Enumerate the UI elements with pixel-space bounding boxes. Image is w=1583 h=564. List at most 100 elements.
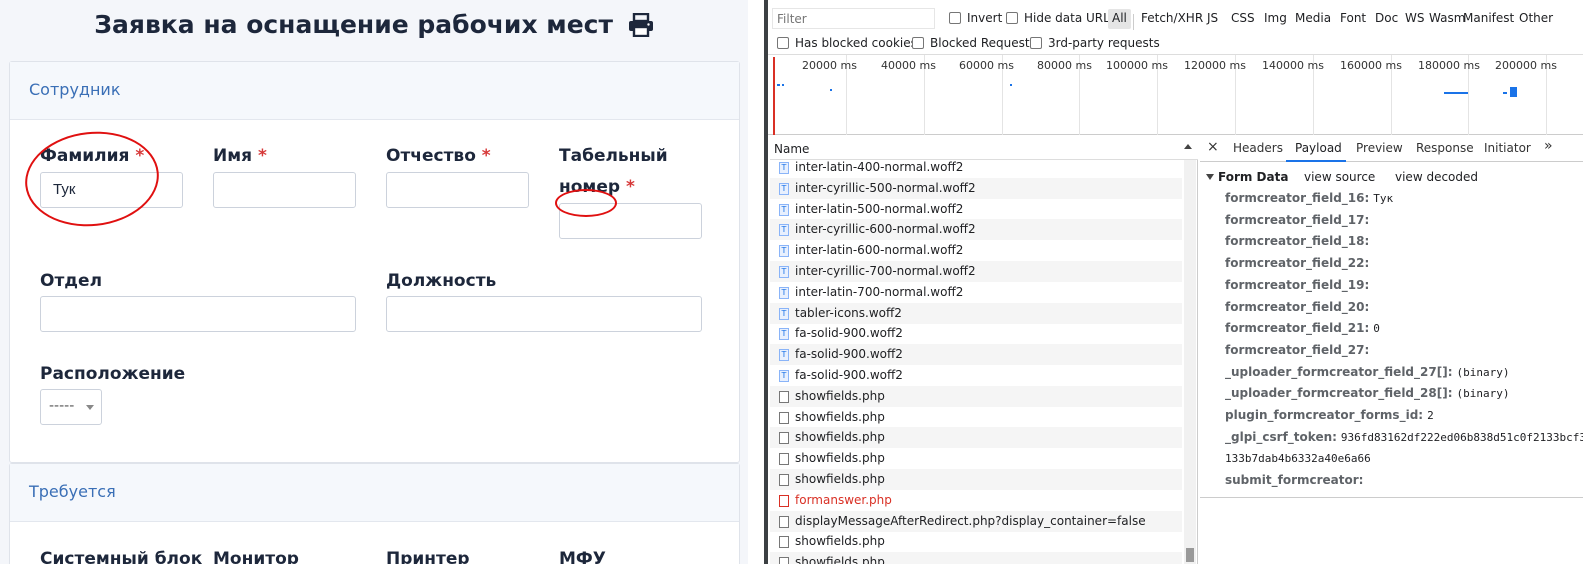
timeline-marker-line (773, 57, 775, 135)
type-filter-ws[interactable]: WS (1403, 9, 1426, 29)
timeline-gridline: 80000 ms (1003, 55, 1092, 135)
printer-icon[interactable] (628, 12, 654, 43)
type-filter-manifest[interactable]: Manifest (1461, 9, 1516, 29)
tab-response[interactable]: Response (1416, 141, 1474, 155)
close-icon[interactable]: × (1207, 139, 1219, 155)
triangle-down-icon (1206, 174, 1214, 180)
request-name: tabler-icons.woff2 (795, 305, 902, 320)
form-data-section-toggle[interactable]: Form Data (1206, 170, 1288, 184)
request-row[interactable]: Tinter-latin-500-normal.woff2 (770, 199, 1182, 220)
divider (1200, 497, 1583, 498)
request-row[interactable]: formanswer.php (770, 490, 1182, 511)
third-party-checkbox[interactable]: 3rd-party requests (1030, 36, 1160, 50)
font-file-icon: T (779, 182, 789, 195)
patronymic-input[interactable] (386, 172, 529, 208)
name-column-header[interactable]: Name (770, 136, 1198, 160)
form-data-value: 936fd83162df222ed06b838d51c0f2133bcf3e (1340, 430, 1583, 444)
request-row[interactable]: showfields.php (770, 385, 1182, 407)
request-row[interactable]: Tinter-cyrillic-500-normal.woff2 (770, 177, 1182, 199)
section-header-employee: Сотрудник (10, 62, 739, 120)
view-decoded-button[interactable]: view decoded (1395, 170, 1478, 184)
request-row[interactable]: showfields.php (770, 469, 1182, 490)
type-filter-doc[interactable]: Doc (1373, 9, 1400, 29)
form-data-row: formcreator_field_17: (1225, 213, 1373, 227)
request-name: showfields.php (795, 451, 885, 466)
type-filter-js[interactable]: JS (1205, 9, 1220, 29)
form-data-value: 133b7dab4b6332a40e6a66 (1225, 452, 1371, 466)
timeline-request-bar (777, 84, 780, 86)
font-file-icon: T (779, 266, 789, 278)
form-data-key: formcreator_field_17: (1225, 212, 1370, 227)
filter-input[interactable] (772, 8, 935, 29)
hide-data-urls-checkbox[interactable]: Hide data URLs (1006, 11, 1116, 25)
type-filter-css[interactable]: CSS (1229, 9, 1257, 29)
request-list-pane: Name Tinter-latin-400-normal.woff2 Tinter… (770, 136, 1198, 564)
form-page: Заявка на оснащение рабочих мест Сотрудн… (0, 0, 748, 564)
request-row[interactable]: showfields.php (770, 407, 1182, 428)
request-row[interactable]: showfields.php (770, 427, 1182, 449)
form-data-key: formcreator_field_19: (1225, 277, 1370, 292)
position-input[interactable] (386, 296, 702, 332)
request-row[interactable]: showfields.php (770, 552, 1182, 564)
type-filter-media[interactable]: Media (1293, 9, 1333, 29)
timeline-request-bar (830, 89, 832, 91)
request-row[interactable]: Tfa-solid-900.woff2 (770, 365, 1182, 386)
request-name: fa-solid-900.woff2 (795, 326, 903, 341)
request-list[interactable]: Tinter-latin-400-normal.woff2 Tinter-cyri… (770, 160, 1182, 564)
request-row[interactable]: Tinter-latin-600-normal.woff2 (770, 240, 1182, 261)
request-row[interactable]: Tinter-latin-700-normal.woff2 (770, 282, 1182, 303)
form-data-key: formcreator_field_27: (1225, 342, 1370, 357)
type-filter-fetch[interactable]: Fetch/XHR (1139, 9, 1205, 29)
scrollbar[interactable] (1184, 160, 1196, 564)
view-source-button[interactable]: view source (1304, 170, 1375, 184)
request-row[interactable]: Tinter-cyrillic-700-normal.woff2 (770, 261, 1182, 282)
timeline-gridline: 140000 ms (1236, 55, 1324, 135)
font-file-icon: T (779, 349, 789, 362)
type-filter-other[interactable]: Other (1517, 9, 1555, 29)
request-row[interactable]: displayMessageAfterRedirect.php?display_… (770, 510, 1182, 532)
network-timeline[interactable]: 20000 ms 40000 ms 60000 ms 80000 ms 1000… (768, 54, 1583, 135)
form-data-row: formcreator_field_22: (1225, 256, 1373, 270)
tab-headers[interactable]: Headers (1233, 141, 1283, 155)
timeline-request-bar (1444, 92, 1468, 94)
department-label: Отдел (40, 271, 103, 291)
request-row[interactable]: Tinter-cyrillic-600-normal.woff2 (770, 219, 1182, 241)
form-data-key: formcreator_field_20: (1225, 299, 1370, 314)
request-row[interactable]: Tfa-solid-900.woff2 (770, 344, 1182, 366)
tab-initiator[interactable]: Initiator (1484, 141, 1531, 155)
form-data-value: 0 (1373, 322, 1380, 336)
name-input[interactable] (213, 172, 356, 208)
request-row[interactable]: showfields.php (770, 448, 1182, 469)
type-filter-img[interactable]: Img (1262, 9, 1289, 29)
document-icon (779, 432, 789, 445)
request-row[interactable]: Tfa-solid-900.woff2 (770, 323, 1182, 344)
checkbox-box (1030, 37, 1042, 49)
invert-checkbox[interactable]: Invert (949, 11, 1002, 25)
scrollbar-thumb[interactable] (1186, 548, 1194, 562)
request-row[interactable]: Tinter-latin-400-normal.woff2 (770, 160, 1182, 178)
tab-payload[interactable]: Payload (1295, 141, 1342, 155)
font-file-icon: T (779, 307, 789, 320)
form-data-value: (binary) (1456, 387, 1510, 401)
timeline-gridline: 180000 ms (1392, 55, 1480, 135)
form-data-key: _uploader_formcreator_field_28[]: (1225, 386, 1453, 401)
type-filter-all[interactable]: All (1108, 9, 1131, 29)
request-name: inter-latin-500-normal.woff2 (795, 201, 964, 216)
monitor-label: Монитор (213, 549, 299, 564)
more-tabs-icon[interactable]: » (1544, 138, 1553, 154)
request-row[interactable]: showfields.php (770, 531, 1182, 552)
department-input[interactable] (40, 296, 356, 332)
request-name: showfields.php (795, 388, 885, 403)
blocked-cookies-checkbox[interactable]: Has blocked cookies (777, 36, 917, 50)
tab-preview[interactable]: Preview (1356, 141, 1403, 155)
location-select[interactable]: ----- (40, 389, 102, 425)
form-data-row: formcreator_field_27: (1225, 343, 1373, 357)
document-icon (779, 494, 789, 507)
timeline-gridline: 100000 ms (1080, 55, 1168, 135)
type-filter-font[interactable]: Font (1338, 9, 1368, 29)
blocked-requests-checkbox[interactable]: Blocked Requests (912, 36, 1036, 50)
request-name: showfields.php (795, 472, 885, 486)
filter-bar: Invert Hide data URLs All Fetch/XHR JS C… (768, 6, 1583, 32)
document-icon (779, 515, 789, 528)
request-row[interactable]: Ttabler-icons.woff2 (770, 302, 1182, 324)
